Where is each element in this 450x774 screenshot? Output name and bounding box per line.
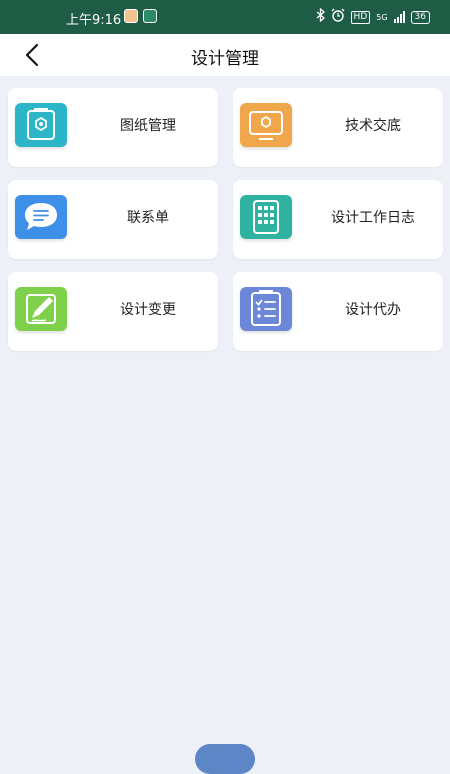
- menu-item-tech-briefing[interactable]: 技术交底: [233, 88, 443, 167]
- page-title: 设计管理: [191, 49, 259, 69]
- nav-bar: 设计管理: [0, 34, 450, 76]
- notification-app-icon: [124, 9, 138, 23]
- checklist-icon: [240, 287, 292, 331]
- notification-shield-icon: [143, 9, 157, 23]
- menu-item-contact-form[interactable]: 联系单: [8, 180, 218, 259]
- menu-item-work-log[interactable]: 设计工作日志: [233, 180, 443, 259]
- menu-item-label: 图纸管理: [120, 118, 176, 134]
- calendar-grid-icon: [240, 195, 292, 239]
- status-time: 上午9:16: [66, 13, 122, 28]
- menu-item-label: 设计变更: [120, 302, 176, 318]
- menu-item-design-todo[interactable]: 设计代办: [233, 272, 443, 351]
- monitor-icon: [240, 103, 292, 147]
- menu-item-drawings[interactable]: 图纸管理: [8, 88, 218, 167]
- menu-item-label: 设计代办: [345, 302, 401, 318]
- menu-item-label: 联系单: [127, 210, 169, 226]
- bluetooth-icon: [316, 7, 325, 26]
- chat-icon: [15, 195, 67, 239]
- battery-icon: 36: [410, 10, 430, 24]
- floating-button-edge[interactable]: [195, 744, 255, 774]
- status-indicators: HD 5G 36: [316, 7, 430, 26]
- status-bar: 上午9:16 HD 5G 36: [0, 0, 450, 34]
- network-type: 5G: [376, 12, 388, 22]
- hd-icon: HD: [350, 10, 371, 24]
- pen-edit-icon: [15, 287, 67, 331]
- signal-icon: [393, 11, 405, 23]
- alarm-icon: [331, 8, 345, 26]
- menu-item-label: 设计工作日志: [331, 210, 415, 226]
- menu-item-design-change[interactable]: 设计变更: [8, 272, 218, 351]
- drawing-icon: [15, 103, 67, 147]
- menu-item-label: 技术交底: [345, 118, 401, 134]
